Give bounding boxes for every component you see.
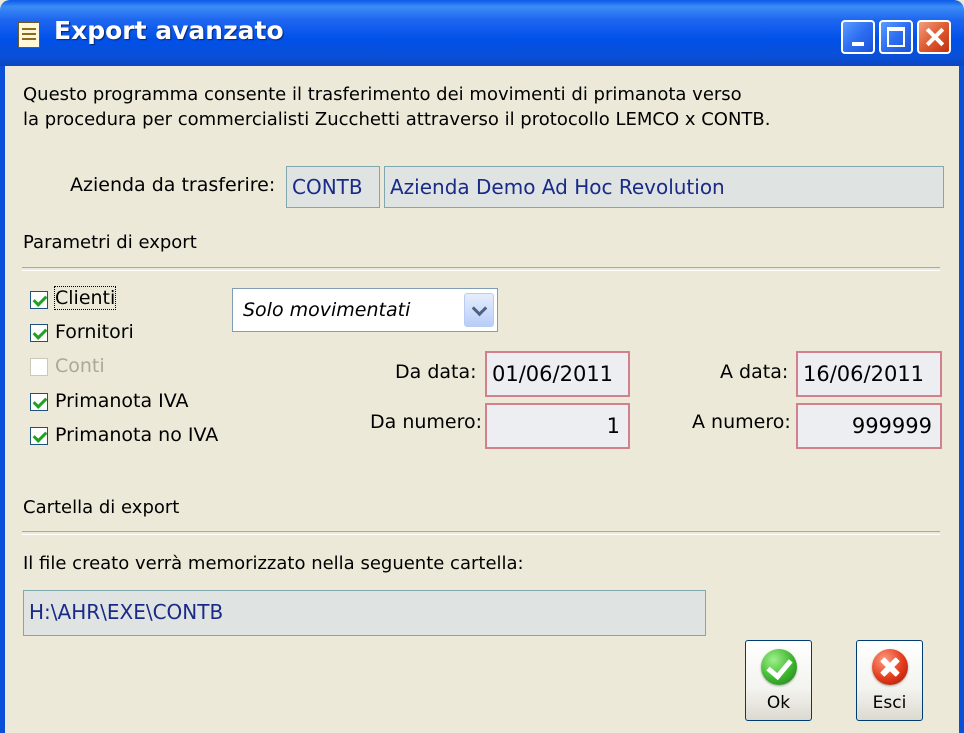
chevron-down-icon[interactable] [464,293,494,327]
folder-separator [22,531,940,535]
maximize-icon[interactable] [879,20,913,54]
checkbox-primanota-iva-label[interactable]: Primanota IVA [55,390,189,412]
checkbox-clienti-label[interactable]: Clienti [53,286,117,310]
checkbox-fornitori-label[interactable]: Fornitori [55,321,134,343]
minimize-icon[interactable] [841,20,875,54]
esci-button-label: Esci [872,693,907,713]
num-from-label: Da numero: [370,411,483,433]
company-code-field: CONTB [286,166,380,208]
checkbox-clienti[interactable] [30,291,48,309]
window-title: Export avanzato [54,16,284,45]
num-from-input[interactable]: 1 [485,403,630,449]
company-name-field: Azienda Demo Ad Hoc Revolution [384,166,944,208]
folder-path-field: H:\AHR\EXE\CONTB [23,590,706,636]
num-to-input[interactable]: 999999 [796,403,942,449]
date-to-label: A data: [720,361,789,383]
folder-header: Cartella di export [23,497,180,518]
params-separator [22,267,940,271]
esci-button[interactable]: Esci [856,640,923,721]
intro-line-1: Questo programma consente il trasferimen… [23,84,742,105]
ok-button-label: Ok [766,693,791,713]
close-icon[interactable] [917,20,951,54]
checkbox-fornitori[interactable] [30,324,48,342]
checkbox-primanota-iva[interactable] [30,393,48,411]
check-icon [761,649,797,685]
checkbox-primanota-no-iva[interactable] [30,427,48,445]
date-from-input[interactable]: 01/06/2011 [485,351,630,397]
filter-select-value: Solo movimentati [243,299,411,321]
filter-select[interactable]: Solo movimentati [232,288,498,332]
intro-line-2: la procedura per commercialisti Zucchett… [23,109,771,130]
company-label: Azienda da trasferire: [70,174,276,196]
params-header: Parametri di export [23,232,197,253]
cancel-icon [872,649,908,685]
date-from-label: Da data: [395,361,477,383]
window-border-left [0,66,5,733]
title-bar[interactable]: Export avanzato [0,0,964,66]
export-dialog: Export avanzato Questo programma consent… [0,0,964,733]
checkbox-primanota-no-iva-label[interactable]: Primanota no IVA [55,424,218,446]
date-to-input[interactable]: 16/06/2011 [796,351,942,397]
window-border-right [959,66,964,733]
document-icon [18,22,40,48]
ok-button[interactable]: Ok [745,640,812,721]
folder-description: Il file creato verrà memorizzato nella s… [23,553,524,574]
checkbox-conti [30,358,48,376]
num-to-label: A numero: [692,411,791,433]
checkbox-conti-label: Conti [55,355,105,377]
